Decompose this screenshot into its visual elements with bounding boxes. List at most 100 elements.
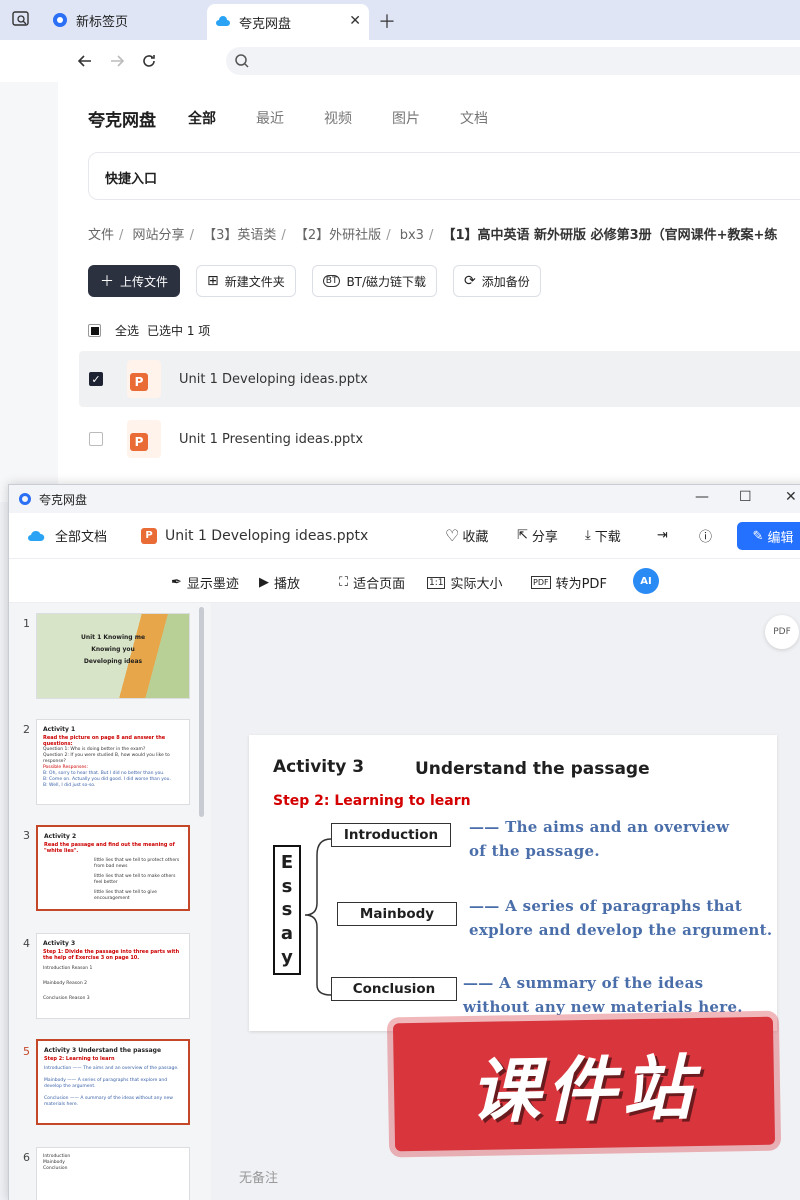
watermark-text: 课件站	[469, 1046, 699, 1133]
to-pdf-label: 转为PDF	[555, 577, 607, 592]
pen-icon: ✎	[752, 528, 764, 544]
select-all-checkbox[interactable]	[88, 324, 101, 337]
tab-close-icon[interactable]: ✕	[349, 13, 361, 29]
nav-all[interactable]: 全部	[188, 108, 256, 128]
intro-box: Introduction	[331, 823, 451, 847]
desc-line: of the passage.	[469, 842, 600, 860]
thumb-red: Read the picture on page 8 and answer th…	[43, 735, 166, 747]
to-pdf-button[interactable]: PDF 转为PDF	[531, 573, 607, 592]
edit-button[interactable]: ✎ 编辑	[737, 522, 800, 550]
breadcrumb-sep: /	[428, 228, 434, 243]
nav-image[interactable]: 图片	[392, 108, 460, 128]
nav-video[interactable]: 视频	[324, 108, 392, 128]
slide-step: Step 2: Learning to learn	[273, 793, 471, 809]
essay-box: E s s a y	[273, 845, 301, 975]
add-backup-button[interactable]: ⟳ 添加备份	[453, 265, 541, 297]
breadcrumb: 文件 / 网站分享 / 【3】英语类 / 【2】外研社版 / bx3 / 【1】高中英语 …	[88, 224, 777, 243]
mainbody-box: Mainbody	[337, 902, 457, 926]
essay-letter: s	[281, 875, 293, 897]
cloud-icon	[28, 530, 45, 541]
actual-size-button[interactable]: 1:1 实际大小	[427, 573, 503, 592]
search-icon	[235, 54, 249, 68]
window-title: 夸克网盘	[39, 492, 88, 507]
bt-label: BT/磁力链下载	[346, 274, 427, 289]
tab-quark-pan[interactable]: 夸克网盘 ✕	[207, 4, 369, 40]
thumbnail-panel: 1 Unit 1 Knowing me Knowing you Developi…	[9, 603, 211, 1200]
show-ink-button[interactable]: ✒ 显示墨迹	[171, 573, 239, 592]
thumb-number: 3	[23, 829, 30, 842]
thumb-title: Activity 3	[43, 940, 76, 947]
tab-search-icon[interactable]	[10, 8, 32, 30]
forward-arrow-icon[interactable]	[106, 50, 128, 72]
desc-line: explore and develop the argument.	[469, 921, 773, 939]
ai-assistant-button[interactable]: AI	[633, 568, 659, 594]
play-icon: ▶	[259, 575, 269, 590]
maximize-icon[interactable]: ☐	[739, 489, 752, 505]
minimize-icon[interactable]: —	[695, 489, 709, 505]
nav-recent[interactable]: 最近	[256, 108, 324, 128]
top-nav: 全部 最近 视频 图片 文档	[188, 108, 528, 128]
address-bar[interactable]	[226, 47, 800, 75]
pdf-float-icon[interactable]: PDF	[765, 615, 799, 649]
thumb-line: Introduction —— The aims and an overview…	[44, 1066, 179, 1071]
tab-new-tab[interactable]: 新标签页	[44, 4, 202, 36]
fit-page-button[interactable]: ⛶ 适合页面	[339, 573, 405, 592]
conclusion-box: Conclusion	[331, 977, 457, 1001]
reload-icon[interactable]	[138, 50, 160, 72]
pptx-file-icon: P	[127, 420, 161, 458]
slide-activity: Activity 3	[273, 757, 365, 777]
feedback-icon[interactable]: ⓘ	[699, 526, 712, 545]
slide-thumbnail-2[interactable]: Activity 1 Read the picture on page 8 an…	[36, 719, 190, 805]
download-button[interactable]: ⤓ 下载	[585, 526, 621, 545]
thumbnail-scrollbar[interactable]	[199, 607, 204, 817]
desc-line: —— A series of paragraphs that	[469, 897, 743, 915]
mainbody-desc: —— A series of paragraphs that explore a…	[469, 894, 772, 942]
slide-thumbnail-3[interactable]: Activity 2 Read the passage and find out…	[36, 825, 190, 911]
breadcrumb-sep: /	[119, 228, 124, 243]
thumb-number: 2	[23, 723, 30, 736]
file-checkbox[interactable]	[89, 432, 103, 446]
back-arrow-icon[interactable]	[74, 50, 96, 72]
bt-download-button[interactable]: BT BT/磁力链下载	[311, 265, 438, 297]
file-checkbox[interactable]: ✓	[89, 372, 103, 386]
brand-title: 夸克网盘	[88, 111, 156, 131]
slide-thumbnail-4[interactable]: Activity 3 Step 1: Divide the passage in…	[36, 933, 190, 1019]
export-icon[interactable]: ⇥	[657, 528, 668, 543]
thumb-number: 6	[23, 1151, 30, 1164]
breadcrumb-item[interactable]: bx3	[400, 228, 424, 243]
slide-title: Understand the passage	[415, 759, 650, 779]
nav-doc[interactable]: 文档	[460, 108, 528, 128]
slide-thumbnail-6[interactable]: Introduction Mainbody Conclusion	[36, 1147, 190, 1200]
breadcrumb-item[interactable]: 网站分享	[133, 228, 185, 243]
conclusion-desc: —— A summary of the ideas without any ne…	[463, 971, 743, 1019]
file-name[interactable]: Unit 1 Presenting ideas.pptx	[179, 432, 363, 447]
breadcrumb-item[interactable]: 【3】英语类	[203, 228, 276, 243]
play-button[interactable]: ▶ 播放	[259, 573, 300, 592]
slide-thumbnail-5[interactable]: Activity 3 Understand the passage Step 2…	[36, 1039, 190, 1125]
file-name[interactable]: Unit 1 Developing ideas.pptx	[179, 372, 368, 387]
thumb-line: Knowing you	[91, 646, 135, 653]
share-button[interactable]: ⇱ 分享	[517, 526, 558, 545]
upload-button[interactable]: ＋ 上传文件	[88, 265, 181, 297]
favorite-button[interactable]: ♡ 收藏	[445, 526, 488, 545]
current-slide: Activity 3 Understand the passage Step 2…	[249, 735, 777, 1031]
thumb-line: little lies that we tell to make others …	[94, 874, 176, 885]
pptx-file-icon: P	[127, 360, 161, 398]
breadcrumb-item[interactable]: 【2】外研社版	[295, 228, 381, 243]
file-row[interactable]: ✓ P Unit 1 Developing ideas.pptx	[79, 351, 800, 407]
essay-letter: y	[281, 946, 293, 968]
quick-entry[interactable]: 快捷入口	[88, 152, 800, 200]
new-folder-button[interactable]: ⊞ 新建文件夹	[196, 265, 296, 297]
slide-thumbnail-1[interactable]: Unit 1 Knowing me Knowing you Developing…	[36, 613, 190, 699]
watermark-stamp: 课件站	[392, 1016, 776, 1152]
window-close-icon[interactable]: ✕	[785, 489, 797, 505]
select-all-label[interactable]: 全选	[115, 322, 139, 339]
breadcrumb-item[interactable]: 文件	[88, 228, 114, 243]
new-tab-plus-icon[interactable]: ＋	[378, 8, 396, 34]
thumb-red: Step 1: Divide the passage into three pa…	[43, 949, 180, 961]
actual-size-icon: 1:1	[427, 576, 446, 589]
all-docs-button[interactable]: 全部文档	[27, 526, 107, 545]
breadcrumb-sep: /	[386, 228, 391, 243]
file-row[interactable]: P Unit 1 Presenting ideas.pptx	[79, 411, 800, 467]
file-panel: 夸克网盘 全部 最近 视频 图片 文档 快捷入口 文件 / 网站分享 / 【3】英语…	[58, 82, 800, 502]
